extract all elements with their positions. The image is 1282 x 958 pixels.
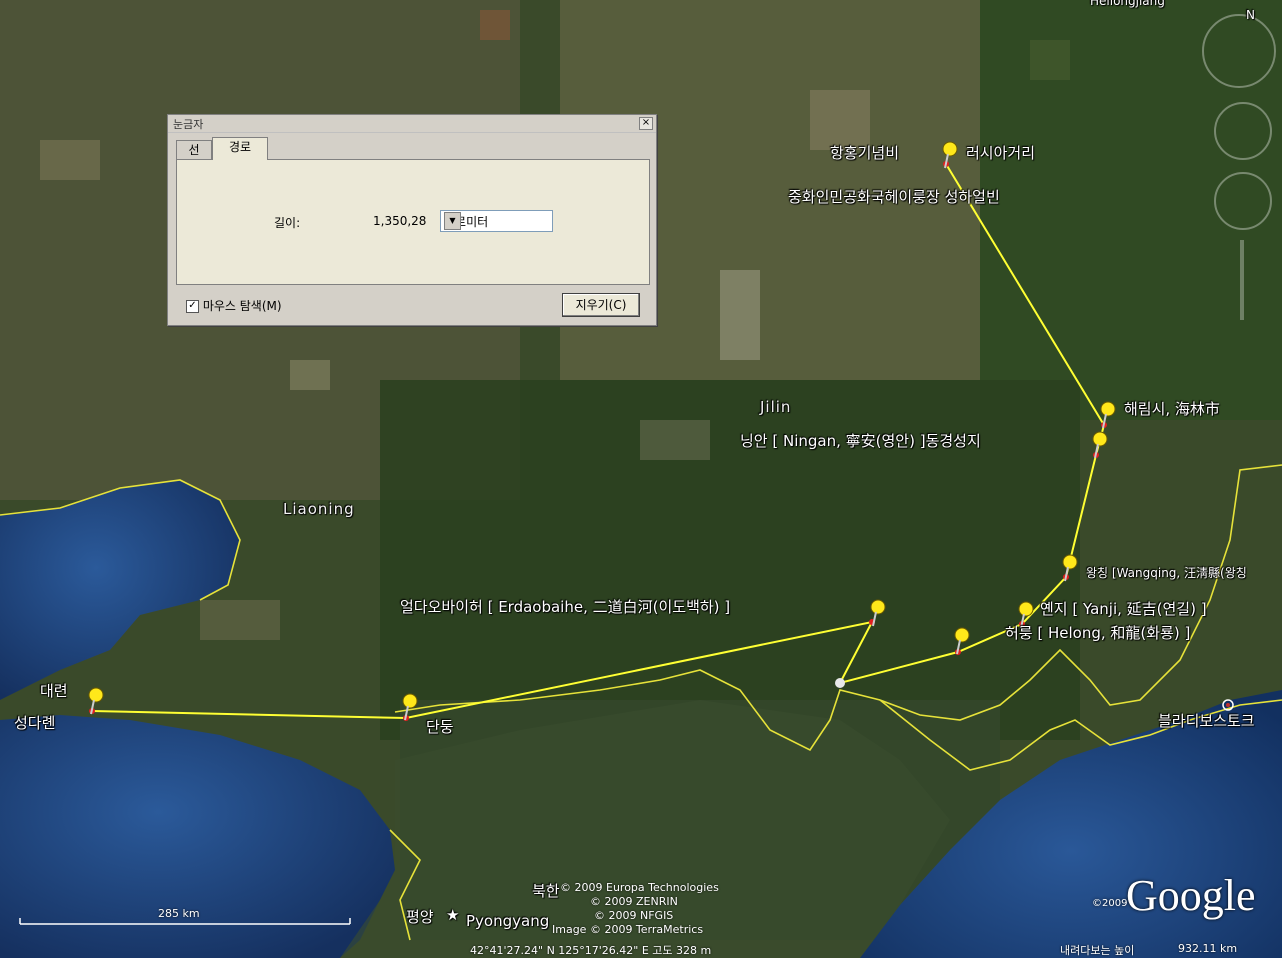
label-wangqing[interactable]: 왕칭 [Wangqing, 汪淸縣(왕칭 (1086, 564, 1247, 581)
label-vladivostok[interactable]: 블라디보스토크 (1158, 710, 1255, 731)
dialog-titlebar[interactable]: 눈금자 × (168, 115, 656, 133)
tab-line[interactable]: 선 (176, 140, 212, 159)
google-logo: Google ©2009 (1092, 870, 1256, 921)
compass-ring[interactable] (1202, 14, 1276, 88)
placemark-pin-icon[interactable] (398, 692, 420, 726)
coordinates-readout: 42°41'27.24" N 125°17'26.42" E 고도 328 m (470, 944, 712, 957)
placemark-pin-icon[interactable] (1058, 553, 1080, 587)
mouse-nav-checkbox[interactable]: ✓ 마우스 탐색(M) (186, 297, 282, 314)
label-pyongyang-kr[interactable]: 평양 (406, 906, 434, 927)
google-year: ©2009 (1092, 898, 1128, 909)
capital-star-icon: ★ (446, 906, 460, 924)
close-icon[interactable]: × (639, 117, 653, 130)
placemark-pin-icon[interactable] (1088, 430, 1110, 464)
path-panel: 길이: 1,350,28 킬로미터 ▼ (176, 159, 650, 285)
zoom-slider[interactable] (1240, 240, 1244, 320)
checkbox-checked-icon[interactable]: ✓ (186, 300, 199, 313)
length-label: 길이: (274, 216, 301, 230)
placemark-pin-icon[interactable] (1096, 400, 1118, 434)
google-logo-text: Google (1126, 871, 1256, 920)
label-liaoning: Liaoning (283, 500, 355, 518)
copyright-europa: © 2009 Europa Technologies (560, 881, 719, 894)
placemark-pin-icon[interactable] (866, 598, 888, 632)
copyright-terrametrics: Image © 2009 TerraMetrics (552, 923, 704, 936)
copyright-zenrin: © 2009 ZENRIN (590, 895, 678, 908)
copyright-nfgis: © 2009 NFGIS (594, 909, 674, 922)
scale-label: 285 km (158, 907, 200, 920)
label-erdaobaihe[interactable]: 얼다오바이허 [ Erdaobaihe, 二道白河(이도백하) ] (400, 596, 730, 617)
label-dandong[interactable]: 단둥 (426, 716, 454, 737)
label-heilongjiang: Heilongjiang (1090, 0, 1165, 8)
label-jilin: Jilin (760, 398, 792, 416)
label-pyongyang-en[interactable]: Pyongyang (466, 912, 549, 930)
status-bar: 42°41'27.24" N 125°17'26.42" E 고도 328 m … (0, 940, 1282, 958)
unit-select[interactable]: 킬로미터 ▼ (440, 210, 553, 232)
move-joystick[interactable] (1214, 172, 1272, 230)
label-hanghong[interactable]: 항홍기념비 (830, 142, 899, 163)
chevron-down-icon[interactable]: ▼ (444, 212, 461, 230)
label-dalian[interactable]: 대련 (40, 680, 68, 701)
label-yanji[interactable]: 옌지 [ Yanji, 延吉(연길) ] (1040, 598, 1207, 619)
ruler-dialog[interactable]: 눈금자 × 선 경로 길이: 1,350,28 킬로미터 ▼ ✓ 마우스 탐색(… (167, 114, 657, 326)
eye-altitude-value: 932.11 km (1178, 942, 1238, 955)
clear-button[interactable]: 지우기(C) (562, 293, 640, 317)
label-russia-street[interactable]: 러시아거리 (966, 142, 1035, 163)
placemark-pin-icon[interactable] (938, 140, 960, 174)
label-ningan[interactable]: 닝안 [ Ningan, 寧安(영안) ]동경성지 (740, 430, 981, 451)
placemark-pin-icon[interactable] (84, 686, 106, 720)
dialog-title: 눈금자 (173, 118, 204, 131)
look-joystick[interactable] (1214, 102, 1272, 160)
label-harbin[interactable]: 중화인민공화국헤이룽장 성하얼빈 (788, 186, 1000, 207)
label-helong[interactable]: 허룽 [ Helong, 和龍(화룡) ] (1005, 622, 1190, 643)
label-north-korea: 북한 (532, 882, 560, 900)
tab-path[interactable]: 경로 (212, 137, 268, 160)
placemark-pin-icon[interactable] (950, 626, 972, 660)
mouse-nav-label: 마우스 탐색(M) (202, 299, 282, 313)
length-value: 1,350,28 (373, 214, 427, 228)
label-hailin[interactable]: 해림시, 海林市 (1124, 398, 1220, 419)
eye-altitude-label: 내려다보는 높이 (1060, 944, 1135, 957)
label-sdaren[interactable]: 성다롄 (14, 712, 55, 733)
north-indicator-icon[interactable]: N (1246, 8, 1255, 22)
